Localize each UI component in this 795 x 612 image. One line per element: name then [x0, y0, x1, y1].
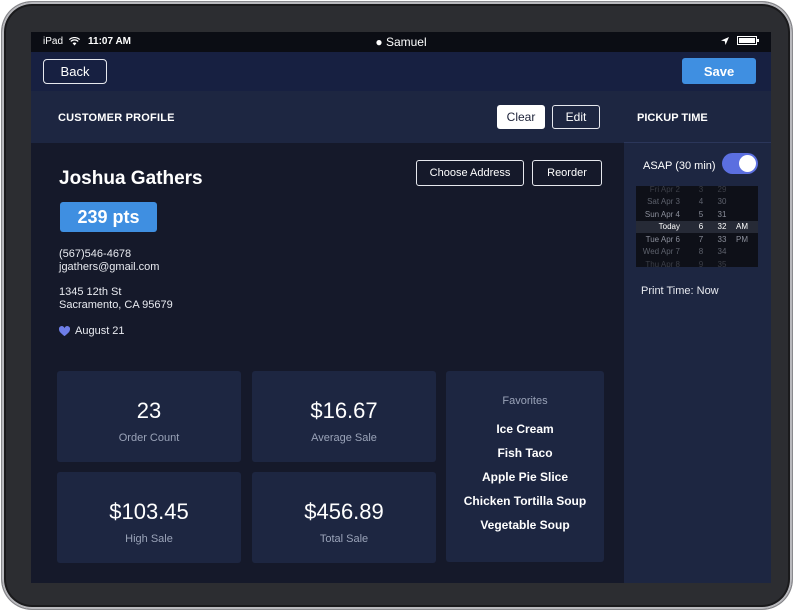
- picker-day: Today: [658, 222, 680, 231]
- picker-minute: 32: [717, 222, 727, 231]
- stat-label: Order Count: [118, 432, 180, 444]
- picker-hour: 6: [698, 222, 704, 231]
- user-icon: ●: [375, 35, 383, 49]
- favorite-item[interactable]: Ice Cream: [446, 422, 604, 446]
- favorites-card: Favorites Ice Cream Fish Taco Apple Pie …: [446, 371, 604, 562]
- stat-label: High Sale: [125, 533, 173, 545]
- picker-day: Thu Apr 8: [645, 259, 680, 268]
- clear-button[interactable]: Clear: [497, 105, 545, 129]
- picker-ampm: PM: [736, 234, 748, 244]
- picker-hour: 5: [698, 209, 704, 219]
- edit-button[interactable]: Edit: [552, 105, 600, 129]
- stat-label: Total Sale: [319, 533, 369, 545]
- asap-toggle[interactable]: [722, 153, 758, 174]
- pickup-title: PICKUP TIME: [637, 112, 708, 124]
- picker-minute: 35: [717, 259, 727, 268]
- reorder-button[interactable]: Reorder: [532, 160, 602, 186]
- stat-value: $103.45: [109, 499, 189, 524]
- picker-minute: 33: [717, 234, 727, 244]
- birthday-date: August 21: [75, 325, 125, 337]
- favorites-title: Favorites: [502, 395, 548, 407]
- pickup-date-time-picker[interactable]: Fri Apr 2 3 29 Sat Apr 3 4 30 Sun Apr 4 5 31 Toda…: [636, 186, 758, 267]
- favorites-list: Ice Cream Fish Taco Apple Pie Slice Chic…: [446, 422, 604, 542]
- picker-row[interactable]: Thu Apr 8 9 35: [636, 259, 758, 268]
- picker-minute: 34: [717, 247, 727, 256]
- stat-total-sale: $456.89 Total Sale: [252, 472, 436, 563]
- stat-label: Average Sale: [311, 432, 377, 444]
- picker-minute: 29: [717, 186, 727, 194]
- pickup-time-panel: PICKUP TIME ASAP (30 min) Fri Apr 2 3 29 Sa…: [624, 91, 771, 583]
- battery-icon: [737, 36, 759, 45]
- profile-title: CUSTOMER PROFILE: [58, 112, 175, 124]
- picker-row[interactable]: Sun Apr 4 5 31: [636, 209, 758, 221]
- user-name: Samuel: [385, 35, 427, 49]
- favorite-item[interactable]: Fish Taco: [446, 446, 604, 470]
- picker-day: Tue Apr 6: [645, 234, 680, 244]
- picker-hour: 4: [698, 197, 704, 206]
- save-button[interactable]: Save: [682, 58, 756, 84]
- picker-row[interactable]: Tue Apr 6 7 33 PM: [636, 234, 758, 246]
- customer-phone: (567)546-4678: [59, 248, 132, 260]
- app-screen: iPad 11:07 AM ● Samuel Back Save CUSTOME…: [31, 32, 771, 583]
- picker-hour: 8: [698, 247, 704, 256]
- pickup-header: PICKUP TIME: [624, 91, 771, 143]
- print-time: Print Time: Now: [641, 285, 719, 297]
- asap-label: ASAP (30 min): [643, 160, 716, 172]
- customer-name: Joshua Gathers: [59, 168, 203, 189]
- picker-minute: 30: [717, 197, 727, 206]
- address-city: Sacramento, CA 95679: [59, 299, 173, 311]
- picker-row[interactable]: Wed Apr 7 8 34: [636, 246, 758, 258]
- nav-bar: Back Save: [31, 52, 771, 91]
- stat-value: $456.89: [304, 499, 384, 524]
- picker-day: Sun Apr 4: [644, 209, 680, 219]
- customer-email: jgathers@gmail.com: [59, 261, 160, 273]
- picker-day: Fri Apr 2: [649, 186, 680, 194]
- picker-day: Wed Apr 7: [642, 247, 680, 256]
- points-badge: 239 pts: [60, 202, 157, 232]
- customer-profile-panel: CUSTOMER PROFILE Clear Edit Joshua Gathe…: [31, 91, 624, 583]
- stat-value: 23: [136, 398, 162, 423]
- favorite-item[interactable]: Chicken Tortilla Soup: [446, 494, 604, 518]
- toggle-knob: [739, 155, 756, 172]
- status-bar: iPad 11:07 AM ● Samuel: [31, 32, 771, 52]
- favorite-item[interactable]: Apple Pie Slice: [446, 470, 604, 494]
- picker-row[interactable]: Sat Apr 3 4 30: [636, 196, 758, 208]
- picker-hour: 9: [698, 259, 704, 268]
- ipad-frame: iPad 11:07 AM ● Samuel Back Save CUSTOME…: [2, 2, 792, 609]
- stat-value: $16.67: [310, 398, 378, 423]
- picker-day: Sat Apr 3: [647, 197, 680, 206]
- picker-row[interactable]: Fri Apr 2 3 29: [636, 186, 758, 196]
- picker-row[interactable]: Today 6 32 AM: [636, 221, 758, 233]
- back-button[interactable]: Back: [43, 59, 107, 84]
- birthday-row: August 21: [59, 325, 125, 338]
- stat-order-count: 23 Order Count: [57, 371, 241, 462]
- heart-icon: [59, 326, 70, 337]
- stat-high-sale: $103.45 High Sale: [57, 472, 241, 563]
- favorite-item[interactable]: Vegetable Soup: [446, 518, 604, 542]
- location-arrow-icon: [721, 36, 729, 45]
- picker-minute: 31: [717, 209, 727, 219]
- address-street: 1345 12th St: [59, 286, 122, 298]
- choose-address-button[interactable]: Choose Address: [416, 160, 524, 186]
- picker-hour: 3: [698, 186, 704, 194]
- stat-average-sale: $16.67 Average Sale: [252, 371, 436, 462]
- picker-ampm: AM: [736, 222, 748, 231]
- profile-header: CUSTOMER PROFILE Clear Edit: [31, 91, 624, 143]
- picker-hour: 7: [698, 234, 704, 244]
